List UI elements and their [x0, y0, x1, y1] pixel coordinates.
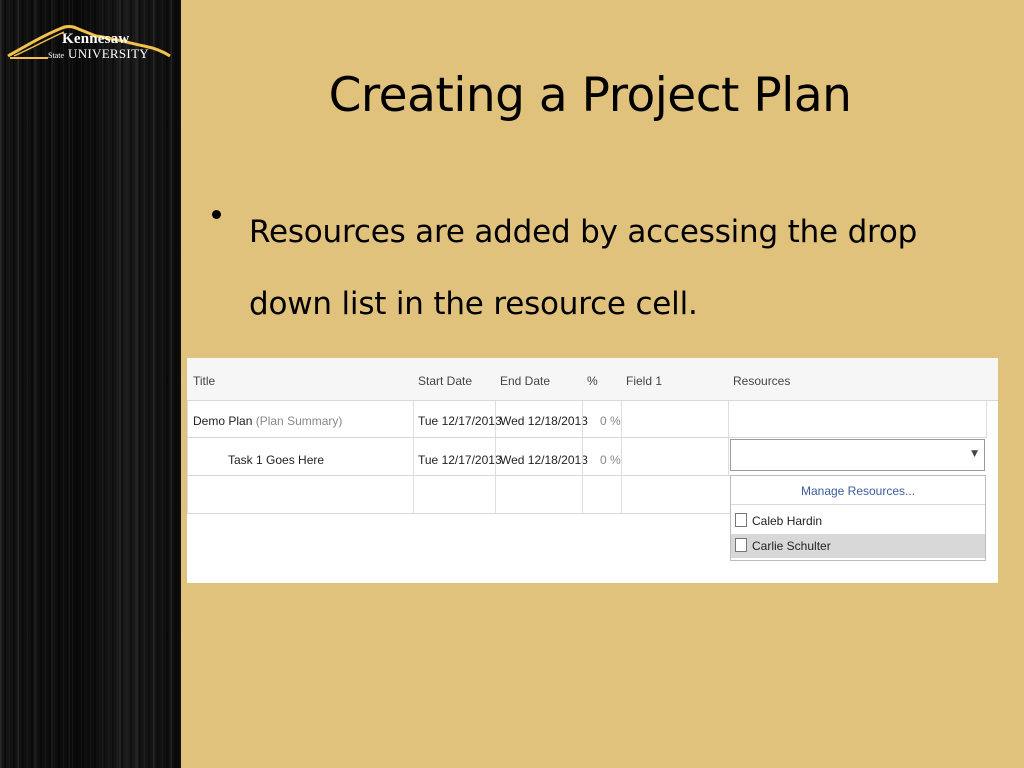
checkbox-icon[interactable]	[735, 513, 747, 527]
checkbox-icon[interactable]	[735, 538, 747, 552]
col-header-end-date[interactable]: End Date	[500, 374, 550, 388]
grid-line	[413, 400, 414, 514]
resources-dropdown-list: Manage Resources... Caleb Hardin Carlie …	[730, 475, 986, 561]
wood-sidebar: Kennesaw State UNIVERSITY	[0, 0, 181, 768]
col-header-field1[interactable]: Field 1	[626, 374, 662, 388]
grid-line	[187, 400, 188, 514]
bullet-text: Resources are added by accessing the dro…	[249, 214, 918, 322]
row-title-note: (Plan Summary)	[255, 414, 343, 428]
grid-line	[495, 400, 496, 514]
slide-title: Creating a Project Plan	[328, 68, 852, 123]
row-start-date[interactable]: Tue 12/17/2013	[418, 414, 502, 428]
resources-dropdown[interactable]: ▼	[730, 439, 985, 471]
university-logo: Kennesaw State UNIVERSITY	[6, 22, 172, 64]
manage-resources-link[interactable]: Manage Resources...	[731, 484, 985, 498]
grid-line	[621, 400, 622, 514]
logo-kennesaw-text: Kennesaw	[62, 31, 130, 47]
col-header-start-date[interactable]: Start Date	[418, 374, 472, 388]
row-title[interactable]: Task 1 Goes Here	[228, 453, 324, 467]
bullet-dot-icon	[212, 210, 221, 219]
logo-university-text: UNIVERSITY	[68, 46, 149, 61]
row-end-date[interactable]: Wed 12/18/2013	[500, 453, 588, 467]
row-start-date[interactable]: Tue 12/17/2013	[418, 453, 502, 467]
col-header-percent[interactable]: %	[587, 374, 598, 388]
row-percent[interactable]: 0 %	[600, 453, 621, 467]
grid-line	[986, 400, 987, 438]
logo-state-text: State	[48, 51, 64, 60]
col-header-resources[interactable]: Resources	[733, 374, 790, 388]
resource-option-label: Caleb Hardin	[752, 514, 823, 528]
row-title-text: Demo Plan	[193, 414, 253, 428]
header-divider	[187, 400, 998, 401]
grid-line	[728, 400, 729, 476]
row-divider	[187, 475, 730, 476]
resource-option-carlie-schulter[interactable]: Carlie Schulter	[731, 534, 985, 558]
grid-line	[582, 400, 583, 514]
resource-option-caleb-hardin[interactable]: Caleb Hardin	[731, 509, 985, 533]
col-header-title[interactable]: Title	[193, 374, 215, 388]
list-divider	[731, 504, 985, 505]
chevron-down-icon[interactable]: ▼	[971, 449, 978, 459]
resource-option-label: Carlie Schulter	[752, 539, 831, 553]
row-divider	[187, 513, 730, 514]
row-title[interactable]: Demo Plan (Plan Summary)	[193, 414, 342, 428]
row-end-date[interactable]: Wed 12/18/2013	[500, 414, 588, 428]
row-divider	[187, 437, 987, 438]
project-plan-screenshot: Title Start Date End Date % Field 1 Reso…	[187, 358, 998, 583]
row-percent[interactable]: 0 %	[600, 414, 621, 428]
